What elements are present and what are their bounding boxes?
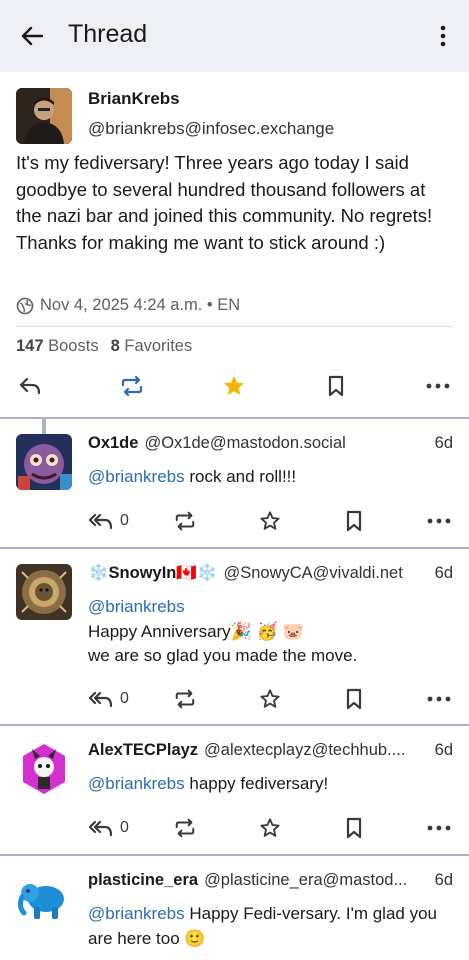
star-icon[interactable] — [259, 685, 281, 713]
star-icon[interactable] — [220, 372, 248, 400]
reply-all-button[interactable]: 0 — [88, 814, 129, 842]
reply-count: 0 — [120, 512, 129, 529]
boosts-stat[interactable]: 147 Boosts — [16, 337, 99, 356]
main-post: BrianKrebs @briankrebs@infosec.exchange … — [0, 72, 469, 418]
bookmark-icon[interactable] — [322, 372, 350, 400]
mention-link[interactable]: @briankrebs — [88, 774, 185, 793]
author-handle[interactable]: @SnowyCA@vivaldi.net — [223, 564, 426, 583]
author-name[interactable]: ❄️SnowyIn🇨🇦❄️ — [88, 564, 217, 583]
reply-actions: 0 — [88, 814, 458, 842]
reply-time: 6d — [434, 564, 453, 582]
post-text: It's my fediversary! Three years ago tod… — [16, 152, 433, 253]
reply-header: ❄️SnowyIn🇨🇦❄️ @SnowyCA@vivaldi.net 6d — [88, 564, 453, 583]
bookmark-icon[interactable] — [345, 814, 363, 842]
reply-header: plasticine_era @plasticine_era@mastod...… — [88, 871, 453, 890]
reply-actions: 0 — [88, 685, 458, 713]
mention-link[interactable]: @briankrebs — [88, 467, 185, 486]
reply-text: @briankrebs Happy Fedi-versary. I'm glad… — [88, 904, 438, 948]
boost-icon[interactable] — [174, 814, 196, 842]
favorites-stat[interactable]: 8 Favorites — [111, 337, 193, 356]
list-item[interactable]: AlexTECPlayz @alextecplayz@techhub.... 6… — [0, 725, 469, 854]
more-horizontal-icon[interactable] — [427, 685, 451, 713]
reply-text: @briankrebs happy fediversary! — [88, 774, 329, 793]
bookmark-icon[interactable] — [345, 507, 363, 535]
bookmark-icon[interactable] — [345, 685, 363, 713]
mention-link[interactable]: @briankrebs — [88, 597, 185, 616]
avatar[interactable] — [16, 741, 72, 797]
boost-icon[interactable] — [174, 685, 196, 713]
avatar[interactable] — [16, 564, 72, 620]
more-horizontal-icon[interactable] — [424, 372, 452, 400]
reply-text: @briankrebs rock and roll!!! — [88, 467, 297, 486]
reply-actions: 0 — [88, 507, 458, 535]
author-name[interactable]: Ox1de — [88, 434, 138, 453]
app-bar: Thread — [0, 0, 469, 72]
avatar[interactable] — [16, 871, 72, 927]
list-item[interactable]: ❄️SnowyIn🇨🇦❄️ @SnowyCA@vivaldi.net 6d @b… — [0, 548, 469, 724]
author-handle[interactable]: @alextecplayz@techhub.... — [204, 741, 427, 760]
avatar[interactable] — [16, 434, 72, 490]
post-timestamp: Nov 4, 2025 4:24 a.m. • EN — [40, 296, 241, 314]
back-arrow-icon[interactable] — [18, 22, 46, 50]
author-handle[interactable]: @plasticine_era@mastod... — [204, 871, 427, 890]
post-actions — [0, 372, 469, 408]
globe-icon — [16, 297, 34, 315]
reply-text-line: we are so glad you made the move. — [88, 646, 358, 665]
divider — [16, 326, 453, 327]
reply-count: 0 — [120, 819, 129, 836]
post-stats: 147 Boosts 8 Favorites — [16, 337, 192, 356]
star-icon[interactable] — [259, 814, 281, 842]
reply-header: Ox1de @Ox1de@mastodon.social 6d — [88, 434, 453, 453]
reply-text-line: Happy Anniversary🎉 🥳 🐷 — [88, 621, 304, 641]
page-title: Thread — [68, 20, 148, 48]
list-item[interactable]: plasticine_era @plasticine_era@mastod...… — [0, 855, 469, 960]
author-name[interactable]: BrianKrebs — [88, 89, 180, 109]
boost-icon[interactable] — [174, 507, 196, 535]
reply-header: AlexTECPlayz @alextecplayz@techhub.... 6… — [88, 741, 453, 760]
author-name[interactable]: plasticine_era — [88, 871, 198, 890]
post-meta: Nov 4, 2025 4:24 a.m. • EN — [16, 296, 240, 315]
author-handle[interactable]: @briankrebs@infosec.exchange — [88, 119, 334, 139]
reply-all-button[interactable]: 0 — [88, 507, 129, 535]
mention-link[interactable]: @briankrebs — [88, 904, 185, 923]
reply-all-button[interactable]: 0 — [88, 685, 129, 713]
author-name[interactable]: AlexTECPlayz — [88, 741, 198, 760]
boost-icon[interactable] — [118, 372, 146, 400]
reply-time: 6d — [434, 741, 453, 759]
author-handle[interactable]: @Ox1de@mastodon.social — [144, 434, 426, 453]
list-item[interactable]: Ox1de @Ox1de@mastodon.social 6d @briankr… — [0, 418, 469, 547]
reply-text: @briankrebs Happy Anniversary🎉 🥳 🐷 we ar… — [88, 595, 457, 669]
star-icon[interactable] — [259, 507, 281, 535]
reply-time: 6d — [434, 871, 453, 889]
more-horizontal-icon[interactable] — [427, 507, 451, 535]
reply-count: 0 — [120, 690, 129, 707]
reply-time: 6d — [434, 434, 453, 452]
more-vertical-icon[interactable] — [431, 22, 455, 50]
reply-icon[interactable] — [16, 372, 44, 400]
more-horizontal-icon[interactable] — [427, 814, 451, 842]
avatar[interactable] — [16, 88, 72, 144]
